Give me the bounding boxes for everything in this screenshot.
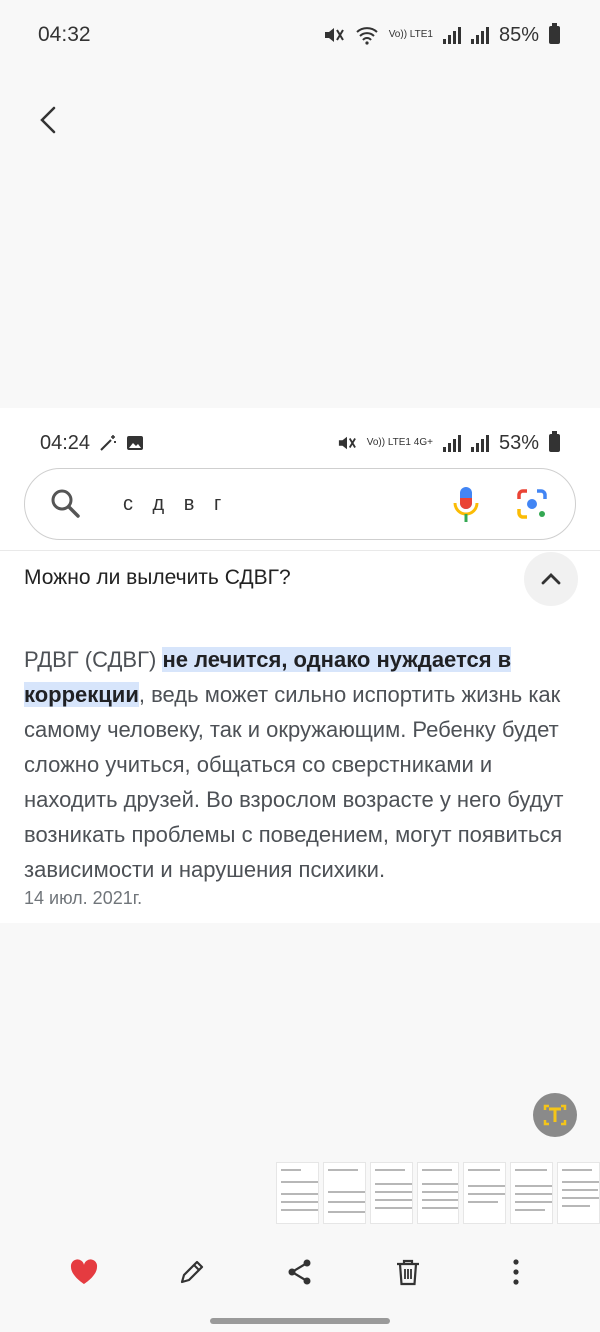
chevron-up-icon xyxy=(541,573,561,585)
magic-wand-icon xyxy=(100,435,117,451)
shot-status-bar: 04:24 Vo)) LTE1 4G+ 53% xyxy=(0,428,600,458)
signal-icon-2 xyxy=(470,26,489,44)
screenshot-image: 04:24 Vo)) LTE1 4G+ 53% с д в г Можно ли… xyxy=(0,408,600,923)
mute-icon xyxy=(324,28,344,42)
search-bar: с д в г xyxy=(24,468,576,540)
share-icon xyxy=(288,1259,311,1285)
answer-rest: , ведь может сильно испортить жизнь как … xyxy=(24,682,564,882)
pencil-icon xyxy=(180,1260,204,1284)
thumbnail[interactable] xyxy=(416,1162,460,1224)
navigation-handle[interactable] xyxy=(210,1318,390,1324)
collapse-button xyxy=(524,552,578,606)
status-time: 04:32 xyxy=(38,23,91,46)
divider xyxy=(0,550,600,551)
favorite-button[interactable] xyxy=(67,1255,101,1289)
bottom-action-bar xyxy=(0,1246,600,1298)
answer-prefix: РДВГ (СДВГ) xyxy=(24,647,163,672)
back-icon[interactable] xyxy=(30,100,70,140)
battery-percent: 85% xyxy=(498,23,539,46)
shot-mute-icon xyxy=(338,436,356,450)
edit-button[interactable] xyxy=(175,1255,209,1289)
battery-icon xyxy=(549,23,560,44)
thumbnail[interactable] xyxy=(369,1162,413,1224)
answer-date: 14 июл. 2021г. xyxy=(24,888,143,908)
shot-status-time: 04:24 xyxy=(40,431,91,454)
thumbnail[interactable] xyxy=(322,1162,366,1224)
thumbnail[interactable] xyxy=(276,1162,319,1224)
faq-question: Можно ли вылечить СДВГ? xyxy=(24,566,291,589)
microphone-icon xyxy=(453,487,479,522)
thumbnail[interactable] xyxy=(510,1162,554,1224)
google-lens-icon xyxy=(517,489,547,519)
status-bar: 04:32 Vo)) LTE1 85% xyxy=(0,0,600,70)
wifi-icon xyxy=(356,27,378,45)
search-query: с д в г xyxy=(123,493,229,515)
thumbnail[interactable] xyxy=(463,1162,507,1224)
signal-icon xyxy=(442,26,461,44)
status-icons: Vo)) LTE1 85% xyxy=(323,23,560,47)
thumbnail[interactable] xyxy=(557,1162,600,1224)
search-icon xyxy=(51,489,80,518)
trash-icon xyxy=(397,1259,419,1286)
shot-signal-icon xyxy=(442,434,461,452)
heart-icon xyxy=(70,1259,98,1284)
extract-text-button[interactable] xyxy=(533,1093,577,1137)
shot-network-label: Vo)) LTE1 4G+ xyxy=(366,437,433,448)
image-icon xyxy=(127,436,144,450)
shot-battery-icon xyxy=(549,431,560,452)
viewer-toolbar xyxy=(0,90,600,150)
network-label: Vo)) LTE1 xyxy=(388,29,433,40)
shot-battery-percent: 53% xyxy=(498,431,539,454)
text-scan-icon xyxy=(543,1104,567,1126)
shot-signal-icon-2 xyxy=(470,434,489,452)
more-options-button[interactable] xyxy=(499,1255,533,1289)
delete-button[interactable] xyxy=(391,1255,425,1289)
faq-answer: РДВГ (СДВГ) не лечится, однако нуждается… xyxy=(24,642,584,887)
share-button[interactable] xyxy=(283,1255,317,1289)
thumbnail-strip[interactable] xyxy=(276,1162,600,1224)
more-vertical-icon xyxy=(513,1259,519,1285)
